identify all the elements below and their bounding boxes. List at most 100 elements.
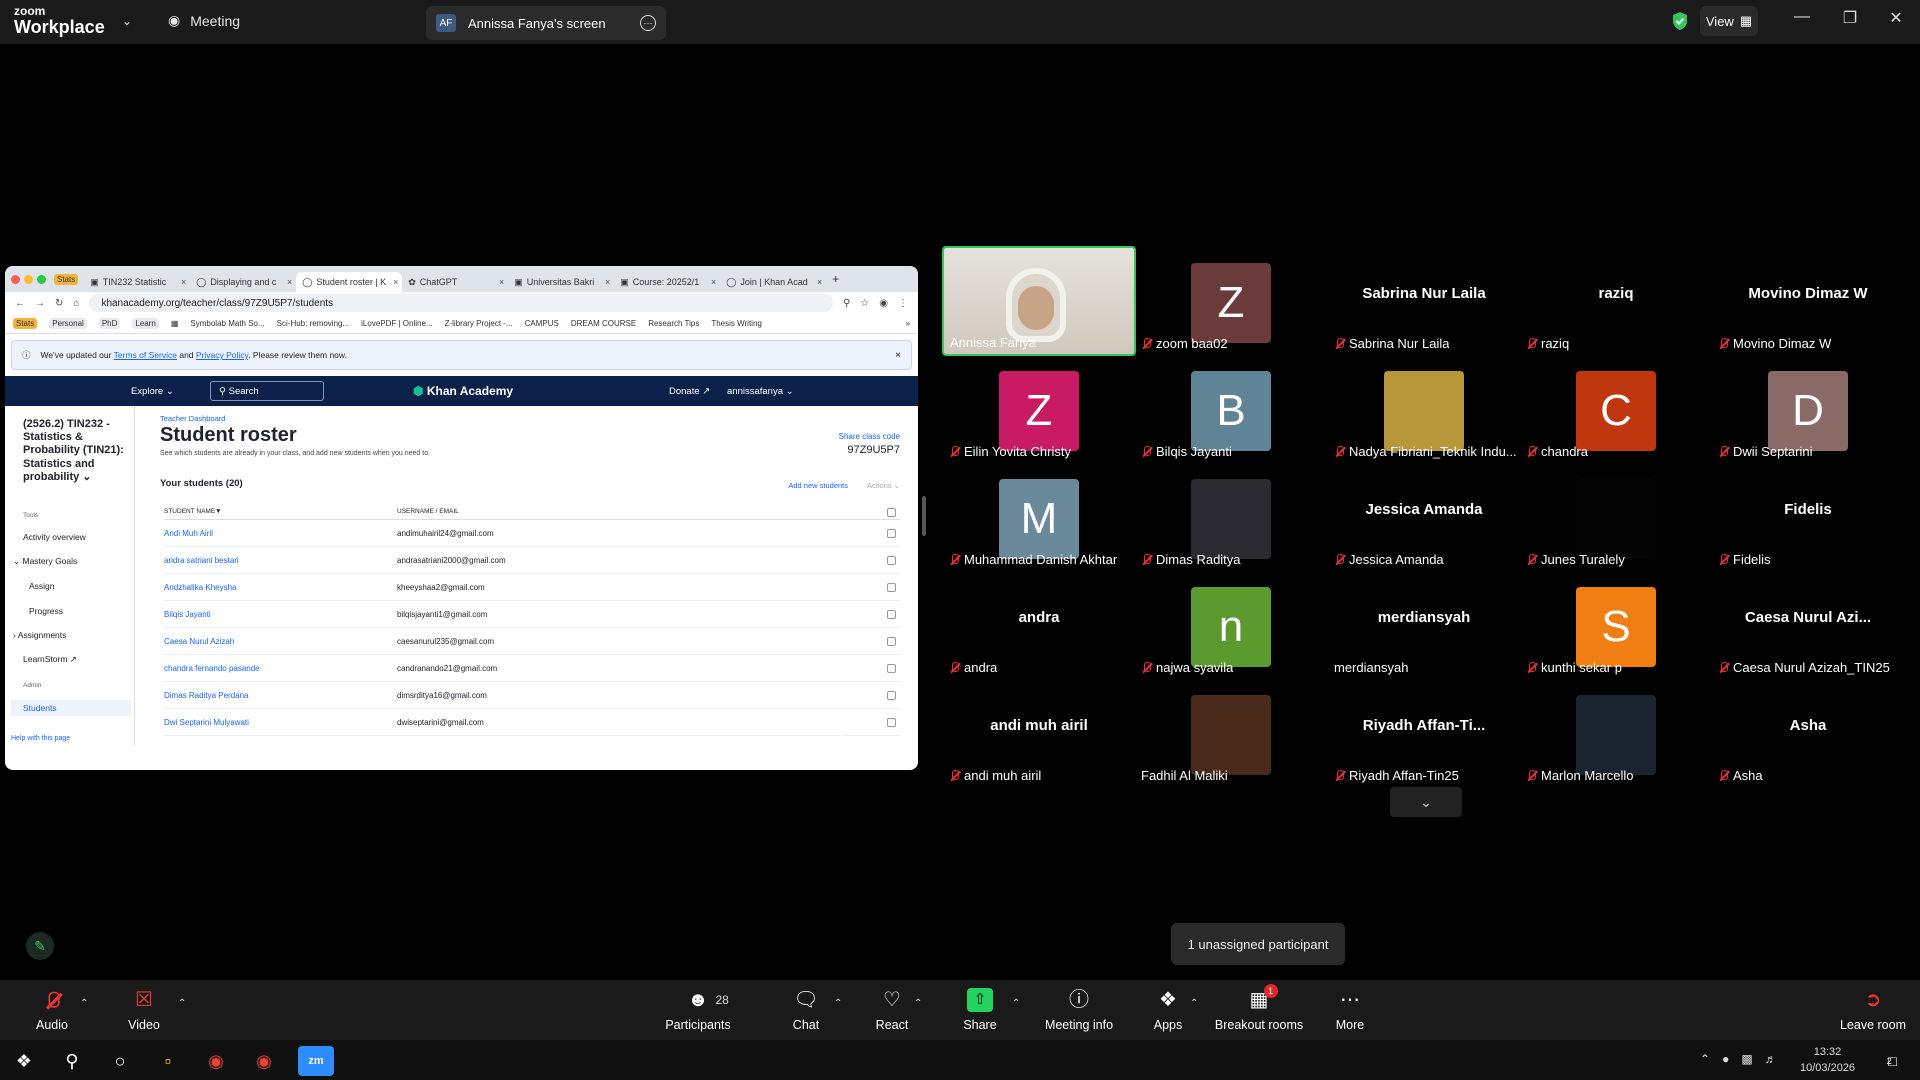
file-explorer-icon[interactable]: ▫ <box>150 1046 186 1076</box>
browser-tab[interactable]: ◯ Displaying and c × <box>190 272 296 292</box>
video-button[interactable]: ☒ Video <box>120 980 168 1040</box>
maximize-dot-icon[interactable] <box>37 274 46 284</box>
close-tab-icon[interactable]: × <box>817 277 822 287</box>
row-checkbox[interactable] <box>887 529 896 538</box>
sidebar-item-activity[interactable]: Activity overview <box>23 532 86 542</box>
close-icon[interactable]: × <box>895 350 901 361</box>
participant-tile[interactable]: Annissa Fanya <box>942 246 1136 356</box>
student-name-link[interactable]: Dwi Septarini Mulyawati <box>164 718 249 727</box>
participant-tile[interactable]: Nadya Fibriani_Teknik Indu... <box>1328 355 1520 463</box>
bookmark-item[interactable]: Sci-Hub: removing... <box>277 319 349 328</box>
student-name-link[interactable]: Caesa Nurul Azizah <box>164 637 234 646</box>
participant-tile[interactable]: Fadhil Al Maliki <box>1135 679 1327 787</box>
microphone-icon[interactable]: ● <box>1722 1052 1729 1066</box>
browser-menu-icon[interactable]: ⋮ <box>898 298 908 309</box>
breakout-rooms-button[interactable]: ▦ 1 Breakout rooms <box>1212 980 1306 1040</box>
bookmark-star-icon[interactable]: ☆ <box>860 298 869 309</box>
browser-tab-active[interactable]: ◯ Student roster | K × <box>296 272 403 292</box>
chrome-profile-icon[interactable]: ◉ <box>246 1046 282 1076</box>
close-tab-icon[interactable]: × <box>287 277 292 287</box>
student-name-link[interactable]: Andi Muh Airil <box>164 529 213 538</box>
browser-tab[interactable]: ▣ TIN232 Statistic × <box>84 272 190 292</box>
user-menu[interactable]: annissafanya ⌄ <box>727 386 794 397</box>
browser-tab[interactable]: ▣ Course: 20252/1 × <box>614 272 720 292</box>
zoom-search-icon[interactable]: ⚲ <box>843 298 850 309</box>
profile-avatar[interactable]: ◉ <box>879 298 888 309</box>
security-shield-icon[interactable] <box>1671 11 1689 31</box>
bookmark-folder[interactable]: Thesis Writing <box>711 319 762 328</box>
row-checkbox[interactable] <box>887 610 896 619</box>
close-dot-icon[interactable] <box>11 274 20 284</box>
chat-button[interactable]: 🗨 Chat <box>786 980 826 1040</box>
help-link[interactable]: Help with this page <box>11 735 70 742</box>
notifications-icon[interactable]: □ 2 <box>1872 1046 1908 1076</box>
student-name-link[interactable]: Bilqis Jayanti <box>164 610 211 619</box>
more-bookmarks-icon[interactable]: » <box>906 319 910 328</box>
share-class-code-link[interactable]: Share class code <box>839 432 900 441</box>
sidebar-item-mastery-goals[interactable]: ⌄ Mastery Goals <box>13 556 77 567</box>
close-tab-icon[interactable]: × <box>605 277 610 287</box>
new-tab-icon[interactable]: + <box>832 272 839 286</box>
terms-link[interactable]: Terms of Service <box>114 350 177 360</box>
sidebar-item-assignments[interactable]: › Assignments <box>13 630 66 640</box>
search-icon[interactable]: ⚲ <box>54 1046 90 1076</box>
participant-tile[interactable]: Zzoom baa02 <box>1135 247 1327 355</box>
gallery-scroll-down-button[interactable]: ⌄ <box>1390 787 1462 817</box>
tab-group-stats[interactable]: Stats <box>54 273 79 285</box>
bookmark-item[interactable]: Stats <box>13 318 38 329</box>
windows-start-icon[interactable]: ❖ <box>6 1046 42 1076</box>
bookmark-item[interactable]: iLovePDF | Online... <box>361 319 432 328</box>
participant-tile[interactable]: D Dwii Septarini <box>1712 355 1904 463</box>
bookmark-item[interactable]: Symbolab Math So... <box>190 319 264 328</box>
row-checkbox[interactable] <box>887 637 896 646</box>
participant-tile[interactable]: Cchandra <box>1520 355 1712 463</box>
tray-expand-icon[interactable]: ⌃ <box>1700 1052 1710 1066</box>
url-field[interactable]: khanacademy.org/teacher/class/97Z9U5P7/s… <box>89 294 833 312</box>
student-name-link[interactable]: Andzhalika Kheysha <box>164 583 237 592</box>
audio-button[interactable]: Audio <box>28 980 76 1040</box>
browser-tab[interactable]: ✿ ChatGPT × <box>402 272 508 292</box>
browser-tab[interactable]: ▣ Universitas Bakri × <box>508 272 614 292</box>
meeting-tab[interactable]: ◉ Meeting <box>168 12 240 29</box>
minimize-dot-icon[interactable] <box>24 274 33 284</box>
participant-tile[interactable]: Z Eilin Yovita Christy <box>943 355 1135 463</box>
more-options-icon[interactable]: ··· <box>640 15 656 31</box>
close-tab-icon[interactable]: × <box>499 277 504 287</box>
react-options-caret-icon[interactable]: ⌃ <box>914 998 922 1009</box>
zoom-app-icon[interactable]: zm <box>298 1046 334 1076</box>
share-button[interactable]: ⇧ Share <box>960 980 1000 1040</box>
view-button[interactable]: View ▦ <box>1700 6 1758 36</box>
bookmark-folder[interactable]: CAMPUS <box>525 319 559 328</box>
sidebar-item-assign[interactable]: Assign <box>29 581 55 591</box>
participant-tile[interactable]: Caesa Nurul Azi... Caesa Nurul Azizah_TIN… <box>1712 571 1904 679</box>
volume-icon[interactable]: ♬ <box>1765 1052 1777 1066</box>
leave-room-button[interactable]: ➲ Leave room <box>1836 980 1910 1040</box>
sidebar-item-students[interactable]: Students <box>11 700 131 716</box>
participant-tile[interactable]: Riyadh Affan-Ti... Riyadh Affan-Tin25 <box>1328 679 1520 787</box>
row-checkbox[interactable] <box>887 556 896 565</box>
khan-academy-logo[interactable]: ⬢ Khan Academy <box>413 384 513 398</box>
close-tab-icon[interactable]: × <box>181 277 186 287</box>
restore-icon[interactable]: ❐ <box>1830 8 1870 28</box>
close-icon[interactable]: ✕ <box>1876 8 1916 28</box>
forward-icon[interactable]: → <box>35 298 45 309</box>
breadcrumb[interactable]: Teacher Dashboard <box>160 414 225 423</box>
meeting-info-button[interactable]: ⓘ Meeting info <box>1040 980 1118 1040</box>
close-tab-icon[interactable]: × <box>393 277 398 287</box>
browser-tab[interactable]: ◯ Join | Khan Acad × <box>720 272 826 292</box>
participant-tile[interactable]: M Muhammad Danish Akhtar <box>943 463 1135 571</box>
task-view-icon[interactable]: ○ <box>102 1046 138 1076</box>
apps-grid-icon[interactable]: ▦ <box>171 319 179 328</box>
participant-tile[interactable]: Junes Turalely <box>1520 463 1712 571</box>
row-checkbox[interactable] <box>887 664 896 673</box>
bookmark-item[interactable]: PhD <box>98 318 121 329</box>
participant-tile[interactable]: raziq raziq <box>1520 247 1712 355</box>
select-all-checkbox[interactable] <box>887 508 896 517</box>
student-name-link[interactable]: chandra fernando pasande <box>164 664 260 673</box>
bookmark-item[interactable]: Z-library Project -... <box>445 319 513 328</box>
bookmark-folder[interactable]: Research Tips <box>648 319 699 328</box>
actions-dropdown[interactable]: Actions ⌄ <box>867 481 900 490</box>
annotate-pencil-icon[interactable]: ✎ <box>26 932 54 960</box>
add-new-students-button[interactable]: Add new students <box>788 481 848 490</box>
participant-tile[interactable]: n najwa syavila <box>1135 571 1327 679</box>
